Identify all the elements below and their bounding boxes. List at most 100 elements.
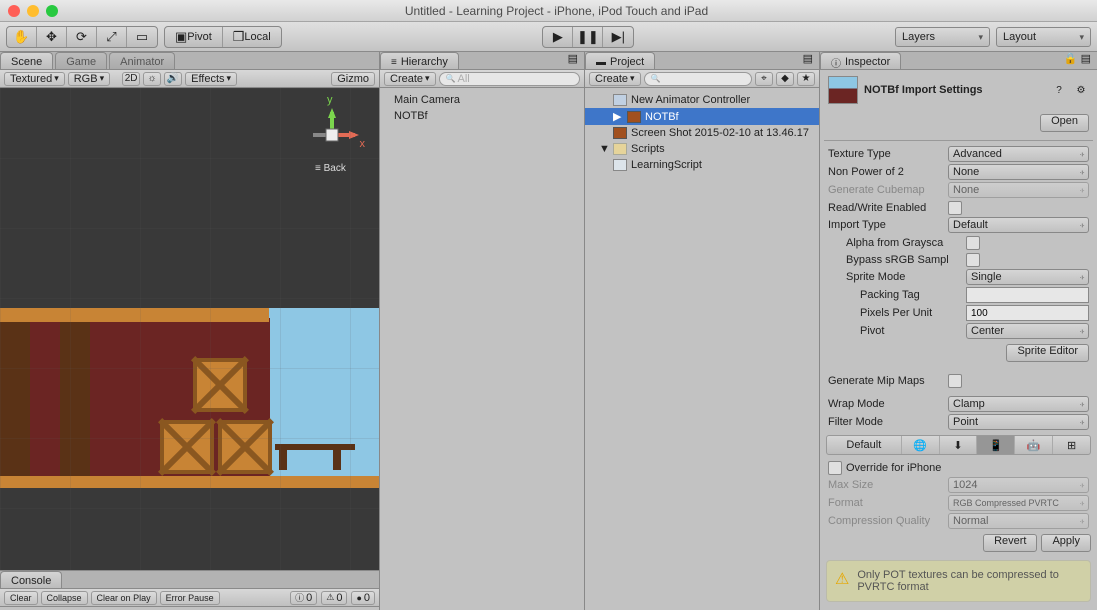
scale-tool[interactable]: ⤢ <box>97 27 127 47</box>
close-window-button[interactable] <box>8 5 20 17</box>
project-item[interactable]: New Animator Controller <box>585 92 819 108</box>
tab-console[interactable]: Console <box>0 571 62 588</box>
effects-dropdown[interactable]: Effects ▾ <box>185 72 237 86</box>
inspector-lock-icon[interactable]: 🔒 ▤ <box>1058 52 1097 69</box>
readwrite-checkbox[interactable] <box>948 201 962 215</box>
mode-2d-toggle[interactable]: 2D <box>122 72 140 86</box>
texture-type-dropdown[interactable]: Advanced <box>948 146 1089 162</box>
project-item[interactable]: LearningScript <box>585 157 819 173</box>
override-label: Override for iPhone <box>842 462 1089 474</box>
srgb-checkbox[interactable] <box>966 253 980 267</box>
packingtag-input[interactable] <box>966 287 1089 303</box>
hierarchy-panel: ≡ Hierarchy ▤ Create ▾ All Main Camera N… <box>380 52 585 610</box>
minimize-window-button[interactable] <box>27 5 39 17</box>
local-toggle[interactable]: ❒ Local <box>223 27 281 47</box>
layout-dropdown[interactable]: Layout <box>996 27 1091 47</box>
filter-label: Filter Mode <box>828 416 948 428</box>
open-button[interactable]: Open <box>1040 114 1089 132</box>
step-button[interactable]: ▶| <box>603 27 633 47</box>
console-clearonplay-toggle[interactable]: Clear on Play <box>91 591 157 605</box>
project-folder[interactable]: ▼Scripts <box>585 141 819 157</box>
tab-hierarchy[interactable]: ≡ Hierarchy <box>380 52 459 69</box>
compression-dropdown: Normal <box>948 513 1089 529</box>
project-type-icon[interactable]: ◆ <box>776 72 794 86</box>
rect-tool[interactable]: ▭ <box>127 27 157 47</box>
project-save-icon[interactable]: ★ <box>797 72 815 86</box>
project-item-selected[interactable]: ▶NOTBf <box>585 108 819 125</box>
project-filter-icon[interactable]: ⌖ <box>755 72 773 86</box>
readwrite-label: Read/Write Enabled <box>828 202 948 214</box>
mipmaps-checkbox[interactable] <box>948 374 962 388</box>
packingtag-label: Packing Tag <box>860 289 966 301</box>
hierarchy-menu-icon[interactable]: ▤ <box>562 52 584 69</box>
hierarchy-search-input[interactable]: All <box>439 72 580 86</box>
revert-button[interactable]: Revert <box>983 534 1037 552</box>
settings-icon[interactable]: ⚙ <box>1073 82 1089 98</box>
move-tool[interactable]: ✥ <box>37 27 67 47</box>
gizmos-dropdown[interactable]: Gizmo <box>331 72 375 86</box>
play-button[interactable]: ▶ <box>543 27 573 47</box>
platform-android[interactable]: 🤖 <box>1015 436 1053 454</box>
console-error-count[interactable]: ● 0 <box>351 591 375 605</box>
console-errorpause-toggle[interactable]: Error Pause <box>160 591 220 605</box>
console-info-count[interactable]: ⓘ 0 <box>290 591 317 605</box>
hierarchy-list: Main Camera NOTBf <box>380 88 584 610</box>
spritemode-dropdown[interactable]: Single <box>966 269 1089 285</box>
color-dropdown[interactable]: RGB ▾ <box>68 72 110 86</box>
platform-default[interactable]: Default <box>827 436 902 454</box>
platform-blackberry[interactable]: ⊞ <box>1053 436 1090 454</box>
tab-scene[interactable]: Scene <box>0 52 53 69</box>
hand-tool[interactable]: ✋ <box>7 27 37 47</box>
importtype-label: Import Type <box>828 219 948 231</box>
hierarchy-item[interactable]: Main Camera <box>380 92 584 108</box>
project-menu-icon[interactable]: ▤ <box>797 52 819 69</box>
pivot-toggle[interactable]: ▣ Pivot <box>165 27 223 47</box>
project-create-dropdown[interactable]: Create ▾ <box>589 72 641 86</box>
pause-button[interactable]: ❚❚ <box>573 27 603 47</box>
wrap-dropdown[interactable]: Clamp <box>948 396 1089 412</box>
platform-standalone[interactable]: ⬇ <box>940 436 978 454</box>
play-controls: ▶ ❚❚ ▶| <box>542 26 634 48</box>
format-label: Format <box>828 497 948 509</box>
help-icon[interactable]: ? <box>1051 82 1067 98</box>
filter-dropdown[interactable]: Point <box>948 414 1089 430</box>
tab-game[interactable]: Game <box>55 52 107 69</box>
platform-web[interactable]: 🌐 <box>902 436 940 454</box>
scene-viewport[interactable]: y x ≡ Back <box>0 88 379 570</box>
script-icon <box>613 159 627 171</box>
importtype-dropdown[interactable]: Default <box>948 217 1089 233</box>
cubemap-dropdown: None <box>948 182 1089 198</box>
sprite-editor-button[interactable]: Sprite Editor <box>1006 344 1089 362</box>
console-warn-count[interactable]: ⚠ 0 <box>321 591 347 605</box>
zoom-window-button[interactable] <box>46 5 58 17</box>
ppu-input[interactable] <box>966 305 1089 321</box>
rotate-tool[interactable]: ⟳ <box>67 27 97 47</box>
pivot-dropdown[interactable]: Center <box>966 323 1089 339</box>
shading-dropdown[interactable]: Textured ▾ <box>4 72 65 86</box>
lighting-toggle[interactable]: ☼ <box>143 72 161 86</box>
platform-ios[interactable]: 📱 <box>977 436 1015 454</box>
tab-project[interactable]: ▬ Project <box>585 52 655 69</box>
texture-icon <box>613 127 627 139</box>
gizmo-back-label: ≡ Back <box>315 163 346 174</box>
project-item[interactable]: Screen Shot 2015-02-10 at 13.46.17 <box>585 125 819 141</box>
orientation-gizmo[interactable]: y x ≡ Back <box>297 94 367 174</box>
window-titlebar: Untitled - Learning Project - iPhone, iP… <box>0 0 1097 22</box>
project-search-input[interactable] <box>644 72 752 86</box>
tab-inspector[interactable]: ⓘ Inspector <box>820 52 901 69</box>
npot-dropdown[interactable]: None <box>948 164 1089 180</box>
console-collapse-toggle[interactable]: Collapse <box>41 591 88 605</box>
hierarchy-create-dropdown[interactable]: Create ▾ <box>384 72 436 86</box>
axis-x-label: x <box>360 138 366 150</box>
tab-animator[interactable]: Animator <box>109 52 175 69</box>
override-checkbox[interactable] <box>828 461 842 475</box>
local-label: Local <box>244 31 270 43</box>
apply-button[interactable]: Apply <box>1041 534 1091 552</box>
alphagray-checkbox[interactable] <box>966 236 980 250</box>
hierarchy-item[interactable]: NOTBf <box>380 108 584 124</box>
console-clear-button[interactable]: Clear <box>4 591 38 605</box>
project-list: New Animator Controller ▶NOTBf Screen Sh… <box>585 88 819 610</box>
warning-text: Only POT textures can be compressed to P… <box>857 569 1082 593</box>
layers-dropdown[interactable]: Layers <box>895 27 990 47</box>
audio-toggle[interactable]: 🔊 <box>164 72 182 86</box>
